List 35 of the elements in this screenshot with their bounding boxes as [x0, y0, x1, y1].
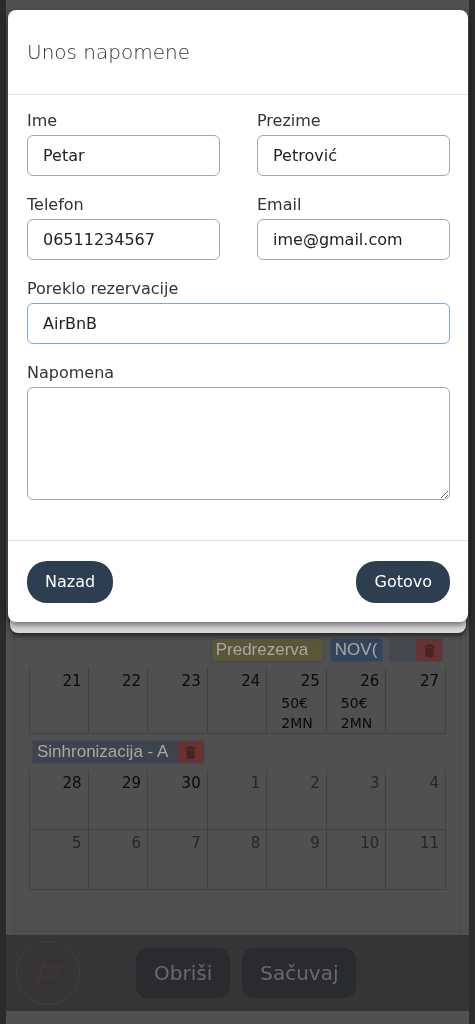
- input-field[interactable]: ime@gmail.com: [257, 219, 450, 260]
- price-text: 50€: [280, 693, 309, 713]
- event-chip[interactable]: Predrezerva: [210, 638, 324, 662]
- event-chip[interactable]: Sinhronizacija - A: [32, 740, 205, 765]
- modal-title: Unos napomene: [27, 40, 190, 64]
- trash-icon: [423, 643, 435, 657]
- modal-button[interactable]: Nazad: [27, 560, 114, 603]
- trash-icon: [185, 745, 197, 759]
- day-number[interactable]: 30: [148, 772, 201, 795]
- note-textarea[interactable]: [27, 387, 450, 500]
- input-field[interactable]: 06511234567: [27, 219, 220, 260]
- field-label: Prezime: [257, 110, 321, 132]
- day-number[interactable]: 26: [326, 670, 380, 693]
- field-label: Napomena: [27, 362, 115, 384]
- action-button[interactable]: Sačuvaj: [242, 948, 357, 998]
- price-text: 50€: [339, 693, 369, 713]
- day-number[interactable]: 22: [88, 670, 142, 693]
- field-label: Email: [257, 194, 302, 216]
- modal-button[interactable]: Gotovo: [356, 560, 450, 603]
- field-label: Poreklo rezervacije: [27, 278, 179, 300]
- action-button[interactable]: Obriši: [136, 948, 231, 998]
- day-number[interactable]: 25: [267, 670, 320, 693]
- day-number[interactable]: 27: [386, 670, 439, 693]
- field-label: Ime: [27, 110, 58, 132]
- input-field[interactable]: Petrović: [257, 135, 450, 176]
- stay-text: 2MN: [339, 713, 374, 733]
- day-number[interactable]: 23: [148, 670, 201, 693]
- day-number[interactable]: 24: [207, 670, 261, 693]
- stay-text: 2MN: [280, 713, 314, 733]
- field-label: Telefon: [27, 194, 84, 216]
- day-number[interactable]: 29: [88, 772, 142, 795]
- input-field[interactable]: Petar: [27, 135, 220, 176]
- event-chip[interactable]: [389, 638, 443, 662]
- event-chip[interactable]: NOV(: [329, 638, 384, 662]
- input-field[interactable]: AirBnB: [27, 303, 450, 344]
